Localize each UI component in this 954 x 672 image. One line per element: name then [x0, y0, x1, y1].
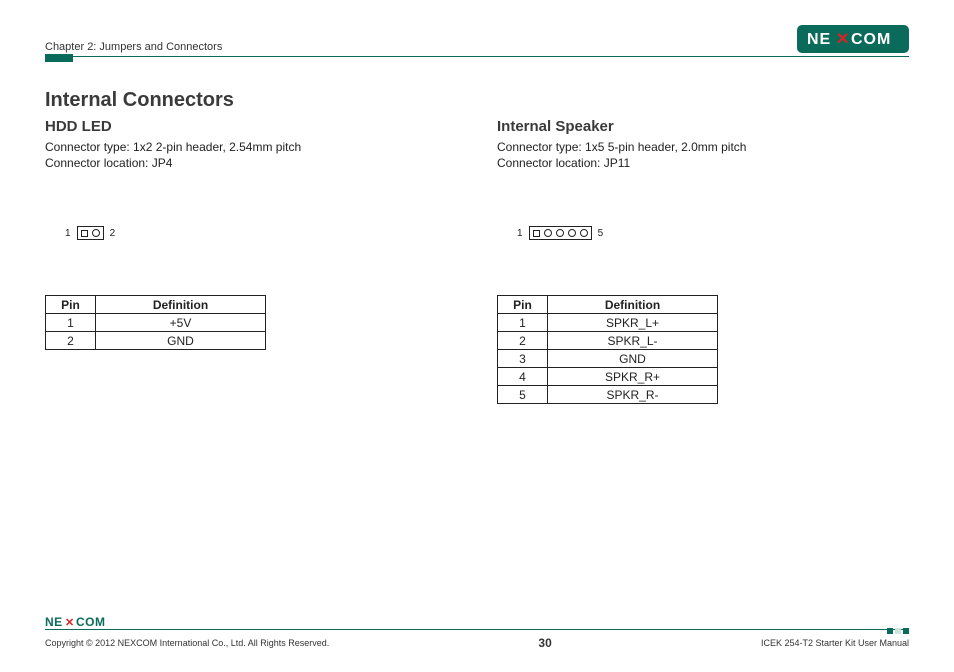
hdd-led-title: HDD LED	[45, 118, 457, 135]
pin1-square-icon	[533, 230, 540, 237]
table-row: 3 GND	[498, 350, 718, 368]
hdd-led-pin-table: Pin Definition 1 +5V 2 GND	[45, 295, 266, 350]
table-row: 2 GND	[46, 332, 266, 350]
pin1-square-icon	[81, 230, 88, 237]
table-row: 1 +5V	[46, 314, 266, 332]
pin5-circle-icon	[580, 229, 588, 237]
pin-header-box	[77, 226, 104, 240]
top-divider	[45, 55, 909, 59]
cell-pin: 2	[46, 332, 96, 350]
brand-logo-bottom: NE ✕ COM	[45, 615, 115, 629]
hdd-led-spec-loc: Connector location: JP4	[45, 155, 457, 171]
brand-logo-top: NE ✕ COM	[797, 25, 909, 53]
table-row: 5 SPKR_R-	[498, 386, 718, 404]
cell-def: GND	[548, 350, 718, 368]
th-pin: Pin	[46, 296, 96, 314]
table-row: 1 SPKR_L+	[498, 314, 718, 332]
table-row: 2 SPKR_L-	[498, 332, 718, 350]
pin-label-right: 2	[110, 228, 116, 239]
svg-text:COM: COM	[851, 31, 891, 48]
page-number: 30	[538, 636, 551, 650]
th-def: Definition	[96, 296, 266, 314]
th-def: Definition	[548, 296, 718, 314]
pin-label-left: 1	[65, 228, 71, 239]
cell-def: +5V	[96, 314, 266, 332]
cell-pin: 1	[46, 314, 96, 332]
speaker-pin-table: Pin Definition 1 SPKR_L+ 2 SPKR_L- 3 GND…	[497, 295, 718, 404]
cell-pin: 2	[498, 332, 548, 350]
table-header-row: Pin Definition	[498, 296, 718, 314]
hdd-led-spec-type: Connector type: 1x2 2-pin header, 2.54mm…	[45, 139, 457, 155]
cell-def: SPKR_R-	[548, 386, 718, 404]
section-hdd-led: HDD LED Connector type: 1x2 2-pin header…	[45, 118, 457, 404]
speaker-diagram: 1 5	[517, 226, 909, 240]
page-footer: NE ✕ COM Copyright © 2012 NEXCOM Interna…	[45, 627, 909, 650]
pin-label-left: 1	[517, 228, 523, 239]
svg-text:NE: NE	[45, 615, 63, 629]
table-row: 4 SPKR_R+	[498, 368, 718, 386]
footer-squares-icon	[887, 628, 909, 634]
svg-text:✕: ✕	[836, 31, 849, 48]
table-header-row: Pin Definition	[46, 296, 266, 314]
svg-text:✕: ✕	[65, 617, 74, 629]
speaker-spec-loc: Connector location: JP11	[497, 155, 909, 171]
cell-def: SPKR_R+	[548, 368, 718, 386]
cell-def: SPKR_L+	[548, 314, 718, 332]
th-pin: Pin	[498, 296, 548, 314]
cell-def: SPKR_L-	[548, 332, 718, 350]
svg-text:NE: NE	[807, 31, 831, 48]
chapter-label: Chapter 2: Jumpers and Connectors	[45, 41, 222, 53]
speaker-spec-type: Connector type: 1x5 5-pin header, 2.0mm …	[497, 139, 909, 155]
pin-label-right: 5	[598, 228, 604, 239]
pin2-circle-icon	[92, 229, 100, 237]
hdd-led-diagram: 1 2	[65, 226, 457, 240]
copyright-text: Copyright © 2012 NEXCOM International Co…	[45, 638, 329, 648]
cell-def: GND	[96, 332, 266, 350]
cell-pin: 4	[498, 368, 548, 386]
footer-divider: NE ✕ COM	[45, 627, 909, 630]
cell-pin: 3	[498, 350, 548, 368]
pin3-circle-icon	[556, 229, 564, 237]
cell-pin: 5	[498, 386, 548, 404]
pin-header-box	[529, 226, 592, 240]
page-title: Internal Connectors	[45, 89, 909, 112]
pin4-circle-icon	[568, 229, 576, 237]
cell-pin: 1	[498, 314, 548, 332]
speaker-title: Internal Speaker	[497, 118, 909, 135]
svg-text:COM: COM	[76, 615, 106, 629]
pin2-circle-icon	[544, 229, 552, 237]
section-internal-speaker: Internal Speaker Connector type: 1x5 5-p…	[497, 118, 909, 404]
manual-title: ICEK 254-T2 Starter Kit User Manual	[761, 638, 909, 648]
